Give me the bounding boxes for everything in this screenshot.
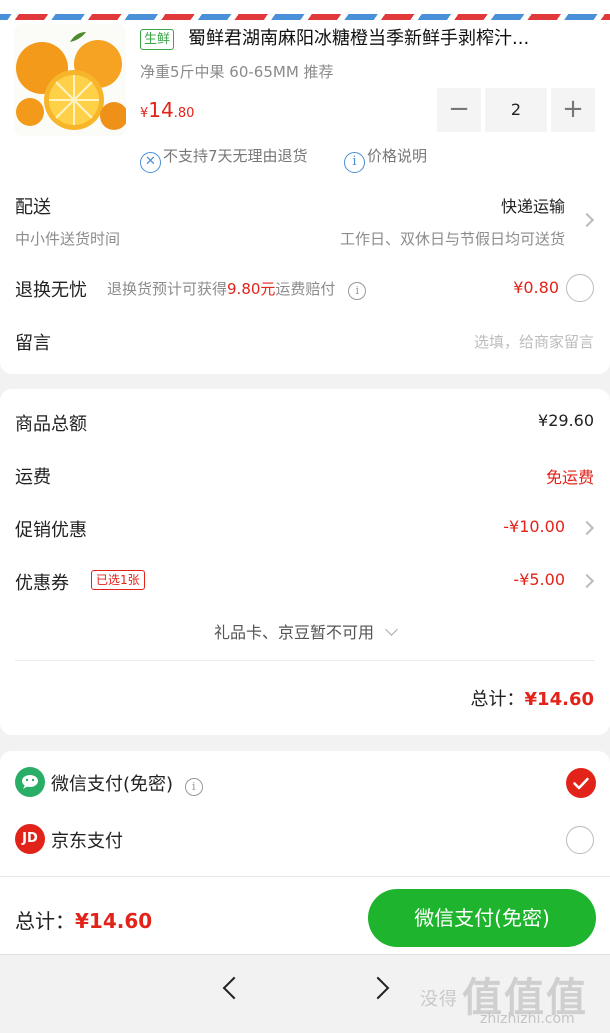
fresh-tag: 生鲜 (140, 29, 175, 50)
return-worry-free-desc: 退换货预计可获得9.80元运费赔付 i (107, 278, 367, 300)
stripe-pattern (0, 14, 610, 20)
promo-label: 促销优惠 (15, 520, 87, 541)
browser-nav-bar: 没得 值值值 zhizhizhi.com (0, 954, 610, 1033)
summary-total: 总计：¥14.60 (471, 685, 594, 711)
envelope-stripe (0, 0, 610, 20)
return-worry-free-radio[interactable] (566, 274, 594, 302)
no-return-icon: ✕ (140, 152, 161, 173)
payment-method-card: 微信支付(免密) i JD 京东支付 (0, 751, 610, 876)
return-desc-prefix: 退换货预计可获得 (107, 280, 228, 298)
product-title[interactable]: 蜀鲜君湖南麻阳冰糖橙当季新鲜手剥榨汁... (188, 26, 598, 52)
checkout-total-value: ¥14.60 (75, 909, 153, 933)
no-return-label: 不支持7天无理由退货 (163, 147, 308, 165)
product-image[interactable] (14, 24, 126, 136)
promo-value[interactable]: -¥10.00 (503, 517, 565, 536)
shipping-label: 运费 (15, 467, 51, 488)
order-item-card: 生鲜 蜀鲜君湖南麻阳冰糖橙当季新鲜手剥榨汁... 净重5斤中果 60-65MM … (0, 0, 610, 374)
wechat-bubble-icon (22, 775, 38, 789)
quantity-stepper: − 2 + (437, 88, 595, 132)
jd-pay-label[interactable]: 京东支付 (51, 827, 123, 853)
promo-chevron-icon[interactable] (579, 520, 595, 536)
return-info-icon[interactable]: i (348, 282, 367, 300)
coupon-value[interactable]: -¥5.00 (513, 570, 565, 589)
shipping-value: 免运费 (545, 468, 594, 487)
goods-total-value: ¥29.60 (538, 411, 594, 430)
goods-total-label: 商品总额 (15, 414, 87, 435)
price-explanation-label: 价格说明 (367, 147, 428, 165)
checkout-total: 总计：¥14.60 (15, 905, 152, 934)
summary-divider (15, 660, 595, 661)
product-spec: 净重5斤中果 60-65MM 推荐 (140, 63, 334, 81)
checkout-total-label: 总计： (15, 909, 75, 933)
message-input[interactable]: 选填，给商家留言 (474, 331, 594, 352)
wechat-pay-info-icon[interactable]: i (184, 778, 203, 796)
orange-image (14, 24, 126, 136)
delivery-label: 配送 (15, 197, 51, 218)
return-worry-free-price: ¥0.80 (513, 278, 559, 297)
delivery-method[interactable]: 快递运输 (501, 193, 565, 217)
coupon-selected-badge: 已选1张 (91, 570, 145, 590)
back-arrow-icon[interactable] (222, 976, 246, 1000)
price-explanation-link[interactable]: i 价格说明 (344, 145, 427, 173)
increase-quantity-button[interactable]: + (551, 88, 595, 132)
delivery-chevron-icon[interactable] (579, 212, 595, 228)
check-icon (573, 777, 589, 790)
return-desc-suffix: 运费赔付 (275, 280, 336, 298)
coupon-label: 优惠券 (15, 573, 69, 594)
return-worry-free-label: 退换无忧 (15, 280, 87, 301)
quantity-value[interactable]: 2 (485, 88, 547, 132)
summary-total-value: ¥14.60 (524, 689, 594, 710)
price-integer: 14 (148, 98, 174, 122)
forward-arrow-icon[interactable] (366, 976, 390, 1000)
wechat-pay-radio-checked[interactable] (566, 768, 596, 798)
watermark-text: 没得 (420, 989, 458, 1010)
jd-pay-icon: JD (15, 824, 45, 854)
message-label: 留言 (15, 333, 51, 354)
price-decimal: .80 (173, 106, 195, 121)
delivery-time-value: 工作日、双休日与节假日均可送货 (339, 230, 565, 248)
wechat-pay-label: 微信支付(免密) (51, 774, 174, 795)
summary-total-label: 总计： (470, 689, 525, 710)
submit-payment-button[interactable]: 微信支付(免密) (368, 889, 596, 947)
wechat-pay-option[interactable]: 微信支付(免密) i (51, 770, 203, 796)
product-price: ¥14.80 (140, 98, 194, 122)
no-return-notice[interactable]: ✕ 不支持7天无理由退货 (140, 145, 308, 173)
watermark-url: zhizhizhi.com (480, 1011, 575, 1027)
jd-pay-radio[interactable] (566, 826, 594, 854)
coupon-chevron-icon[interactable] (579, 573, 595, 589)
delivery-time-label: 中小件送货时间 (15, 230, 121, 248)
chevron-down-icon (385, 623, 398, 636)
info-icon: i (344, 152, 365, 173)
giftcard-note-label: 礼品卡、京豆暂不可用 (213, 623, 374, 642)
wechat-pay-icon (15, 767, 45, 797)
return-desc-amount: 9.80元 (227, 280, 276, 298)
decrease-quantity-button[interactable]: − (437, 88, 481, 132)
order-summary-card: 商品总额 ¥29.60 运费 免运费 促销优惠 -¥10.00 优惠券 已选1张… (0, 389, 610, 735)
checkout-bar: 总计：¥14.60 微信支付(免密) (0, 876, 610, 954)
giftcard-note[interactable]: 礼品卡、京豆暂不可用 (0, 619, 610, 643)
